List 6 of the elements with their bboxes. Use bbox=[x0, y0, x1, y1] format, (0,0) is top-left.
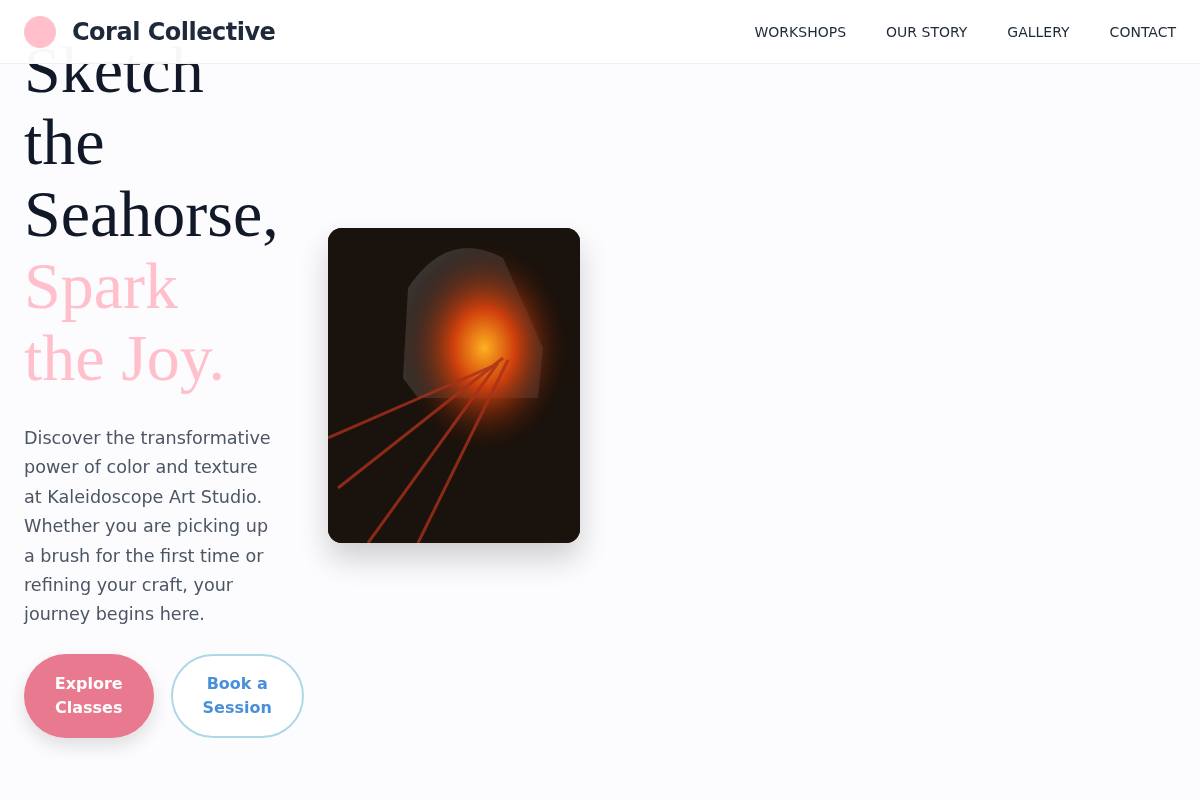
logo-icon bbox=[24, 15, 56, 48]
nav-link[interactable]: WORKSHOPS bbox=[754, 23, 847, 40]
nav-link[interactable]: CONTACT bbox=[1109, 23, 1176, 40]
hero-description: Discover the transformative power of color and texture at Kaleidoscope Art Studio. Whether you are picking up a brush for the first time or refining your craft, your journey begins here. bbox=[24, 427, 272, 627]
nav-link[interactable]: OUR STORY bbox=[886, 23, 968, 40]
nav-link[interactable]: GALLERY bbox=[1007, 23, 1070, 40]
